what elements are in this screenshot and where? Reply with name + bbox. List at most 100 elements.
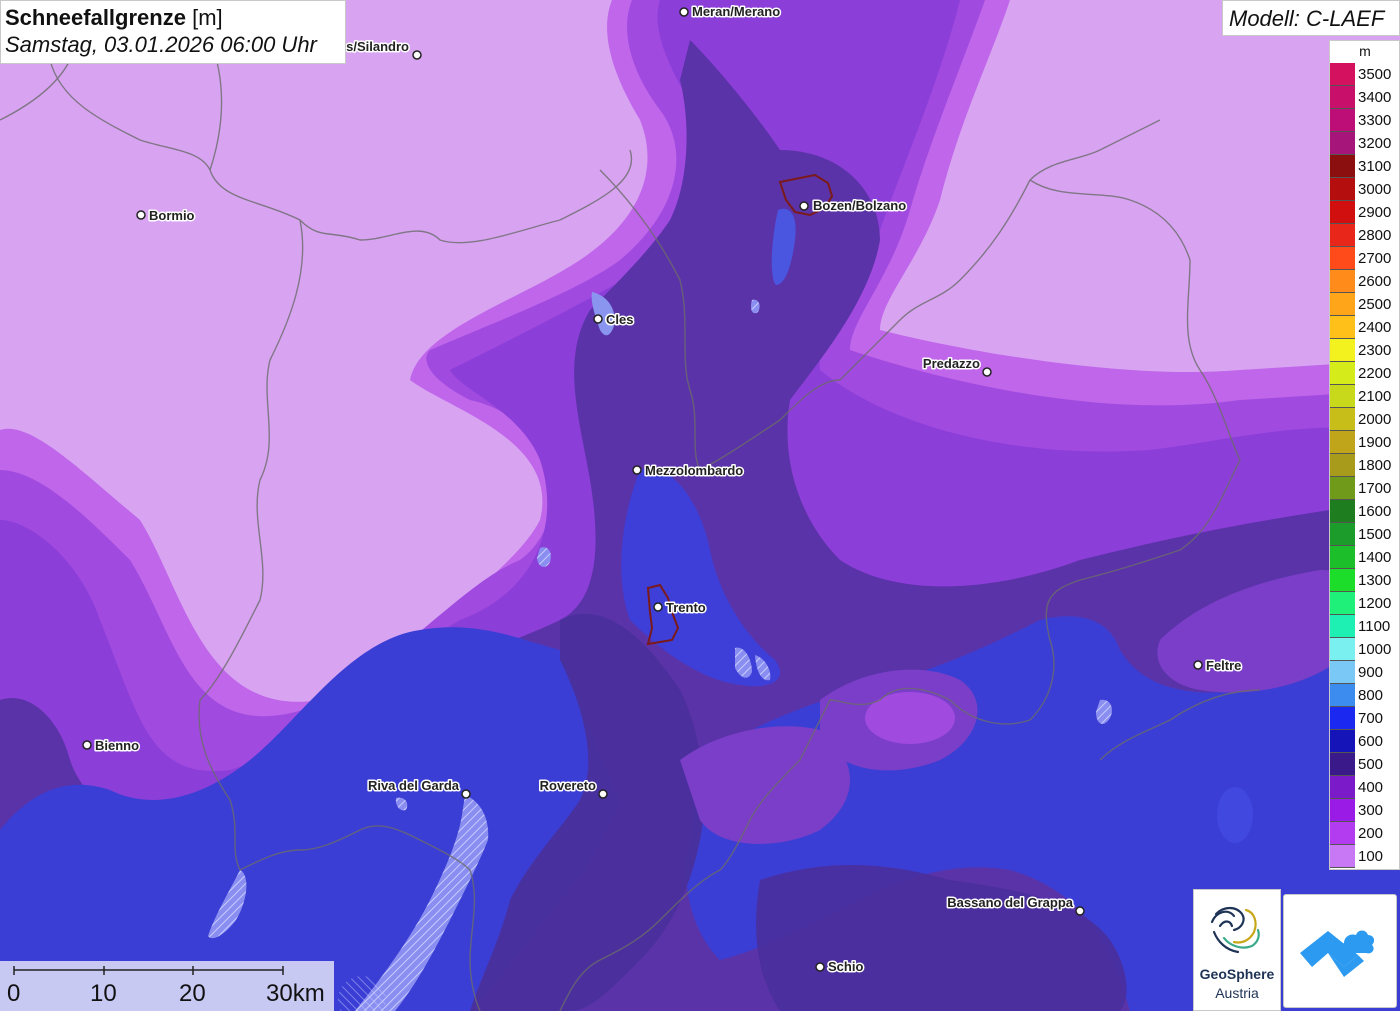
parameter-name: Schneefallgrenze [5,5,186,30]
weather-app-logo[interactable] [1283,894,1397,1008]
legend-label: 3000 [1358,181,1392,198]
legend-row: 1800 [1330,454,1400,477]
legend-row: 1400 [1330,546,1400,569]
legend-label: 2900 [1358,204,1392,221]
legend-label: 3500 [1358,66,1392,83]
legend-row: 2300 [1330,339,1400,362]
city-label-meran: Meran/Merano [692,4,780,19]
legend-row: 200 [1330,822,1400,845]
legend-label: 3300 [1358,112,1392,129]
legend-label: 1000 [1358,641,1392,658]
geosphere-logo[interactable]: GeoSphere Austria [1193,889,1281,1011]
legend-row: 1900 [1330,431,1400,454]
legend-row: 2800 [1330,224,1400,247]
legend-row: 100 [1330,845,1400,868]
legend-row: 1700 [1330,477,1400,500]
legend-label: 1900 [1358,434,1392,451]
legend-swatch [1330,454,1355,477]
legend-row: 3300 [1330,109,1400,132]
legend-row: 1200 [1330,592,1400,615]
scale-label-20: 20 [179,980,206,1007]
legend-swatch [1330,500,1355,523]
legend-label: 2800 [1358,227,1392,244]
scale-label-0: 0 [7,980,21,1007]
legend-swatch [1330,845,1355,868]
legend-row: 2700 [1330,247,1400,270]
legend-row: 2400 [1330,316,1400,339]
legend-swatch [1330,132,1355,155]
legend-label: 2700 [1358,250,1392,267]
snowfall-line-map[interactable]: Meran/Merano s/Silandro Bormio Bozen/Bol… [0,0,1400,1011]
legend-swatch [1330,822,1355,845]
legend-row: 1300 [1330,569,1400,592]
city-label-bassano: Bassano del Grappa [947,895,1073,910]
legend-label: 2000 [1358,411,1392,428]
city-label-cles: Cles [606,312,633,327]
legend-swatch [1330,408,1355,431]
geosphere-line2: Austria [1215,985,1259,1001]
legend-label: 1300 [1358,572,1392,589]
zone-blue-blob [1217,787,1253,843]
map-title: Schneefallgrenze [m] [5,5,223,31]
legend-label: 200 [1358,825,1384,842]
legend-label: 2500 [1358,296,1392,313]
legend-swatch [1330,431,1355,454]
legend-row: 700 [1330,707,1400,730]
legend-row: 800 [1330,684,1400,707]
legend-row: 500 [1330,753,1400,776]
legend-label: 400 [1358,779,1384,796]
legend-row: 3000 [1330,178,1400,201]
legend-swatch [1330,477,1355,500]
legend-swatch [1330,155,1355,178]
legend-label: 1700 [1358,480,1392,497]
legend-row: 2200 [1330,362,1400,385]
legend-label: 1400 [1358,549,1392,566]
legend-row: 2500 [1330,293,1400,316]
legend-row: 3100 [1330,155,1400,178]
legend-swatch [1330,592,1355,615]
legend-label: 1600 [1358,503,1392,520]
city-label-riva: Riva del Garda [368,778,460,793]
legend-label: 3100 [1358,158,1392,175]
city-label-mezzolombardo: Mezzolombardo [645,463,743,478]
legend-label: 900 [1358,664,1384,681]
legend-label: 1500 [1358,526,1392,543]
legend-label: 500 [1358,756,1384,773]
legend-swatch [1330,799,1355,822]
legend-swatch [1330,661,1355,684]
legend-label: 1200 [1358,595,1392,612]
geosphere-line1: GeoSphere [1199,966,1275,982]
legend-row: 3200 [1330,132,1400,155]
legend-swatch [1330,385,1355,408]
city-label-trento: Trento [666,600,706,615]
legend-row: 1600 [1330,500,1400,523]
legend-swatch [1330,224,1355,247]
legend-label: 600 [1358,733,1384,750]
legend-swatch [1330,339,1355,362]
legend-swatch [1330,109,1355,132]
legend-swatch [1330,270,1355,293]
legend-swatch [1330,247,1355,270]
legend-swatch [1330,776,1355,799]
color-legend: m 3500 3400 3300 3200 3100 3000 2900 2800 2700 26… [1329,40,1400,870]
mountain-cloud-icon [1300,930,1375,977]
legend-swatch [1330,523,1355,546]
city-label-schio: Schio [828,959,863,974]
parameter-unit: [m] [192,5,223,30]
legend-swatch [1330,63,1355,86]
legend-row: 2600 [1330,270,1400,293]
legend-swatch [1330,178,1355,201]
legend-label: 2100 [1358,388,1392,405]
legend-label: 3200 [1358,135,1392,152]
city-label-predazzo: Predazzo [923,356,980,371]
title-panel: Schneefallgrenze [m] Samstag, 03.01.2026… [0,0,346,64]
city-label-silandro: s/Silandro [346,39,409,54]
legend-swatch [1330,707,1355,730]
legend-swatch [1330,569,1355,592]
legend-label: 700 [1358,710,1384,727]
legend-label: 100 [1358,848,1384,865]
legend-swatch [1330,293,1355,316]
legend-swatch [1330,316,1355,339]
city-label-rovereto: Rovereto [540,778,596,793]
legend-swatch [1330,684,1355,707]
